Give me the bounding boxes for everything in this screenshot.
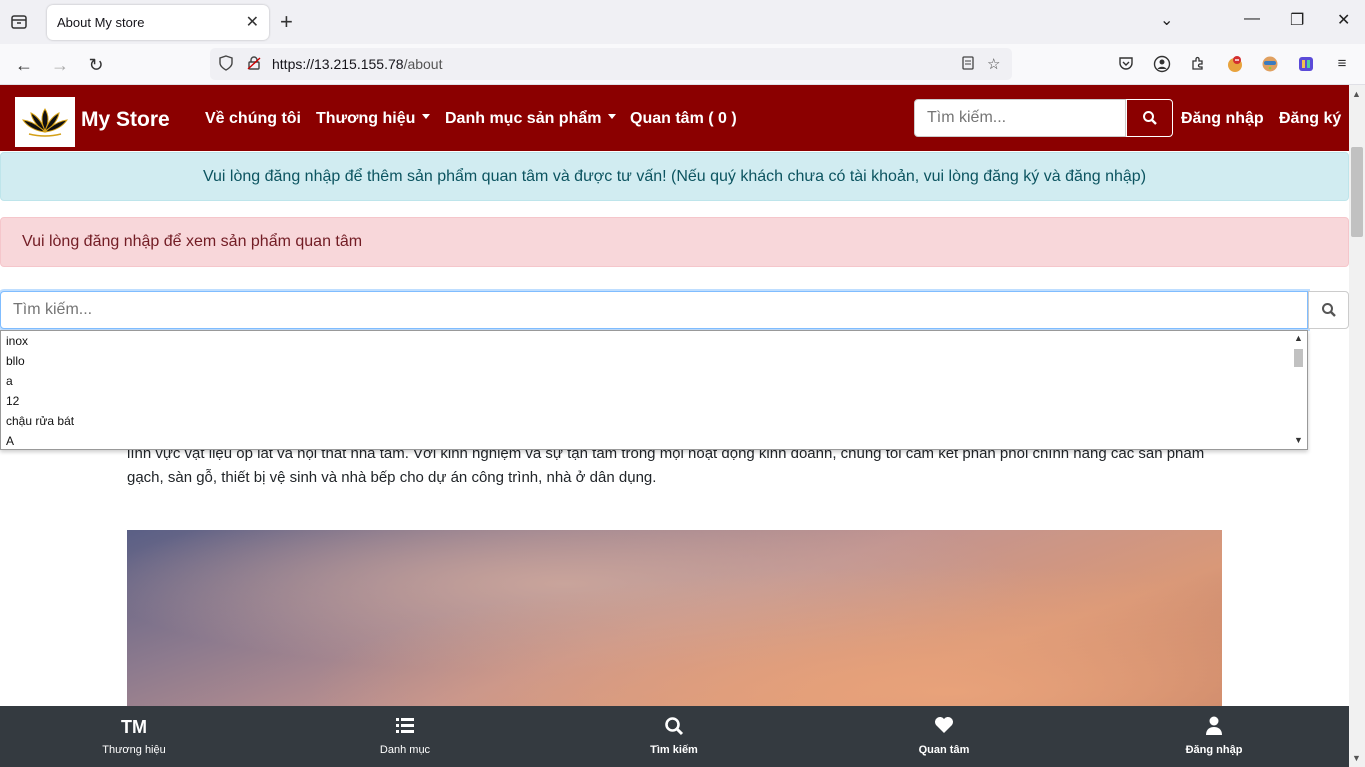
suggestion-item[interactable]: 12 — [1, 391, 1307, 411]
insecure-lock-icon[interactable] — [246, 55, 262, 75]
danger-alert: Vui lòng đăng nhập để xem sản phẩm quan … — [0, 217, 1349, 267]
bottom-nav-label: Danh mục — [379, 744, 431, 756]
tab-overflow-chevron-icon[interactable]: ⌄ — [1160, 10, 1173, 30]
reload-icon[interactable]: ↻ — [84, 53, 108, 77]
back-icon[interactable]: ← — [12, 53, 36, 77]
reader-view-icon[interactable] — [960, 55, 976, 75]
bottom-nav-label: Đăng nhập — [1185, 744, 1243, 756]
brand-name[interactable]: My Store — [81, 108, 170, 132]
scroll-down-icon[interactable]: ▼ — [1352, 753, 1361, 763]
face-extension-icon[interactable] — [1261, 55, 1279, 73]
header-search-button[interactable] — [1126, 99, 1173, 137]
bottom-nav-wishlist[interactable]: Quan tâm — [874, 716, 1014, 756]
extensions-icon[interactable] — [1189, 55, 1207, 73]
minimize-icon[interactable]: — — [1244, 10, 1260, 28]
user-icon — [1144, 716, 1284, 738]
page-scroll-thumb[interactable] — [1351, 147, 1363, 237]
search-icon — [1321, 302, 1336, 317]
account-icon[interactable] — [1153, 55, 1171, 73]
suggestion-item[interactable]: A — [1, 431, 1307, 449]
bottom-nav-brands[interactable]: TM Thương hiệu — [64, 716, 204, 756]
tm-icon: TM — [121, 717, 147, 737]
web-page: My Store Về chúng tôi Thương hiệu Danh m… — [0, 85, 1349, 767]
bottom-nav-label: Quan tâm — [918, 744, 970, 756]
scroll-up-icon[interactable]: ▲ — [1352, 89, 1361, 99]
url-host: https://13.215.155.78 — [272, 56, 404, 72]
forward-icon[interactable]: → — [48, 53, 72, 77]
header-search-input[interactable] — [915, 100, 1125, 136]
sky-hero-image — [127, 530, 1222, 710]
scroll-up-icon[interactable]: ▲ — [1294, 333, 1303, 343]
nav-brands-dropdown[interactable]: Thương hiệu — [316, 110, 431, 128]
bottom-nav-categories[interactable]: Danh mục — [335, 716, 475, 756]
url-bar[interactable]: https://13.215.155.78/about ☆ — [210, 48, 1012, 80]
nav-categories-dropdown[interactable]: Danh mục sản phẩm — [445, 110, 617, 128]
menu-hamburger-icon[interactable]: ≡ — [1333, 55, 1351, 73]
tab-title: About My store — [57, 15, 145, 30]
bottom-nav: TM Thương hiệu Danh mục Tìm kiếm Quan tâ… — [0, 706, 1349, 767]
nav-brands-label: Thương hiệu — [316, 110, 416, 127]
list-icon — [335, 716, 475, 738]
main-search-input[interactable] — [1, 292, 1307, 328]
suggestion-item[interactable]: inox — [1, 331, 1307, 351]
search-icon — [1142, 110, 1157, 125]
bottom-nav-label: Thương hiệu — [102, 744, 166, 756]
header-search-field[interactable] — [914, 99, 1126, 137]
close-window-icon[interactable]: ✕ — [1337, 10, 1350, 30]
tab-close-icon[interactable]: ✕ — [246, 12, 259, 32]
shield-icon[interactable] — [218, 55, 234, 75]
browser-tabbar: About My store ✕ + ⌄ — ❐ ✕ — [0, 0, 1365, 44]
search-suggestions-list: inox bllo a 12 chậu rửa bát A ▲ ▼ — [0, 330, 1308, 450]
site-header: My Store Về chúng tôi Thương hiệu Danh m… — [0, 85, 1349, 151]
nav-wishlist[interactable]: Quan tâm ( 0 ) — [630, 110, 737, 128]
heart-icon — [874, 716, 1014, 738]
scroll-down-icon[interactable]: ▼ — [1294, 435, 1303, 445]
suggestion-item[interactable]: bllo — [1, 351, 1307, 371]
browser-tab[interactable]: About My store ✕ — [47, 5, 269, 40]
caret-down-icon — [608, 114, 617, 120]
pocket-icon[interactable] — [1117, 55, 1135, 73]
bottom-nav-login[interactable]: Đăng nhập — [1144, 716, 1284, 756]
browser-navbar: ← → ↻ https://13.215.155.78/about ☆ ≡ — [0, 44, 1365, 85]
restore-icon[interactable]: ❐ — [1290, 10, 1304, 30]
ublock-extension-icon[interactable] — [1226, 55, 1244, 73]
suggestion-item[interactable]: chậu rửa bát — [1, 411, 1307, 431]
lotus-logo-icon — [21, 108, 69, 137]
search-icon — [604, 716, 744, 738]
bottom-nav-search[interactable]: Tìm kiếm — [604, 716, 744, 756]
main-search-button[interactable] — [1308, 291, 1349, 329]
bottom-nav-label: Tìm kiếm — [650, 744, 698, 756]
nav-about[interactable]: Về chúng tôi — [205, 110, 301, 128]
caret-down-icon — [422, 114, 431, 120]
tab-list-icon[interactable] — [9, 12, 29, 32]
login-link[interactable]: Đăng nhập — [1181, 110, 1264, 128]
store-logo[interactable] — [15, 97, 75, 147]
info-alert: Vui lòng đăng nhập để thêm sản phẩm quan… — [0, 152, 1349, 201]
new-tab-icon[interactable]: + — [280, 9, 293, 35]
url-text[interactable]: https://13.215.155.78/about — [272, 56, 443, 72]
color-extension-icon[interactable] — [1297, 55, 1315, 73]
nav-categories-label: Danh mục sản phẩm — [445, 110, 602, 127]
suggestions-scroll-thumb[interactable] — [1294, 349, 1303, 367]
suggestion-item[interactable]: a — [1, 371, 1307, 391]
register-link[interactable]: Đăng ký — [1279, 110, 1341, 128]
url-path: /about — [403, 56, 443, 72]
page-scrollbar[interactable]: ▲ ▼ — [1349, 85, 1365, 767]
main-search-field[interactable] — [0, 291, 1308, 329]
suggestions-scrollbar[interactable]: ▲ ▼ — [1290, 331, 1307, 449]
bookmark-star-icon[interactable]: ☆ — [987, 55, 1000, 73]
